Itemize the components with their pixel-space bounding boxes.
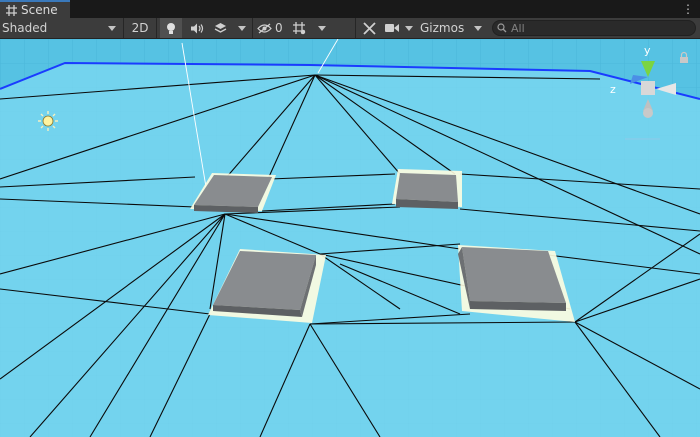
chevron-down-icon bbox=[108, 25, 116, 31]
divider bbox=[252, 18, 253, 38]
effects-dropdown[interactable] bbox=[211, 18, 249, 38]
tab-scene[interactable]: Scene bbox=[0, 0, 70, 18]
divider bbox=[123, 18, 124, 38]
tab-title: Scene bbox=[21, 3, 58, 17]
camera-icon bbox=[385, 24, 399, 32]
chevron-down-icon bbox=[318, 25, 326, 31]
tools-icon bbox=[362, 21, 376, 35]
mode-2d-label: 2D bbox=[131, 21, 149, 35]
scene-viewport[interactable]: y z bbox=[0, 39, 700, 437]
scene-toolbar: Shaded 2D 0 Gizmos All bbox=[0, 18, 700, 39]
directional-light-icon[interactable] bbox=[38, 111, 58, 131]
tools-toggle[interactable] bbox=[359, 18, 379, 38]
gizmo-neg-y-cap bbox=[643, 108, 653, 118]
effects-layers-icon bbox=[214, 23, 227, 33]
divider bbox=[156, 18, 157, 38]
search-placeholder: All bbox=[511, 21, 525, 35]
more-vertical-icon[interactable]: ⋮ bbox=[682, 2, 694, 16]
audio-toggle[interactable] bbox=[186, 18, 208, 38]
lightbulb-icon bbox=[167, 22, 175, 34]
hidden-objects-toggle[interactable]: 0 bbox=[255, 18, 285, 38]
box-obstacle[interactable] bbox=[392, 169, 462, 209]
hidden-count: 0 bbox=[275, 21, 283, 35]
tab-bar: Scene ⋮ bbox=[0, 0, 700, 18]
chevron-down-icon bbox=[405, 25, 413, 31]
search-field[interactable]: All bbox=[492, 20, 696, 36]
gizmos-dropdown[interactable]: Gizmos bbox=[417, 18, 485, 38]
gizmo-center-cube[interactable] bbox=[641, 81, 655, 95]
shading-mode-dropdown[interactable]: Shaded bbox=[2, 18, 120, 38]
scene-grid-icon bbox=[6, 4, 17, 16]
search-icon bbox=[497, 23, 507, 33]
gizmos-label: Gizmos bbox=[420, 21, 465, 35]
gizmo-y-label: y bbox=[644, 44, 651, 57]
gizmo-z-label: z bbox=[610, 83, 616, 96]
chevron-down-icon bbox=[474, 25, 482, 31]
lighting-toggle[interactable] bbox=[160, 18, 182, 38]
grid-snap-icon bbox=[293, 22, 306, 35]
chevron-down-icon bbox=[238, 25, 246, 31]
scene-canvas[interactable]: y z bbox=[0, 39, 700, 437]
shading-mode-label: Shaded bbox=[2, 21, 48, 35]
toggle-2d-button[interactable]: 2D bbox=[127, 18, 153, 38]
camera-dropdown[interactable] bbox=[383, 18, 415, 38]
eye-hidden-icon bbox=[257, 22, 272, 34]
navmesh-surface bbox=[0, 63, 700, 437]
divider bbox=[355, 18, 356, 38]
speaker-icon bbox=[190, 23, 203, 33]
grid-snap-dropdown[interactable] bbox=[289, 18, 329, 38]
scene-window: Scene ⋮ Shaded 2D 0 Gizmos All y z bbox=[0, 0, 700, 437]
